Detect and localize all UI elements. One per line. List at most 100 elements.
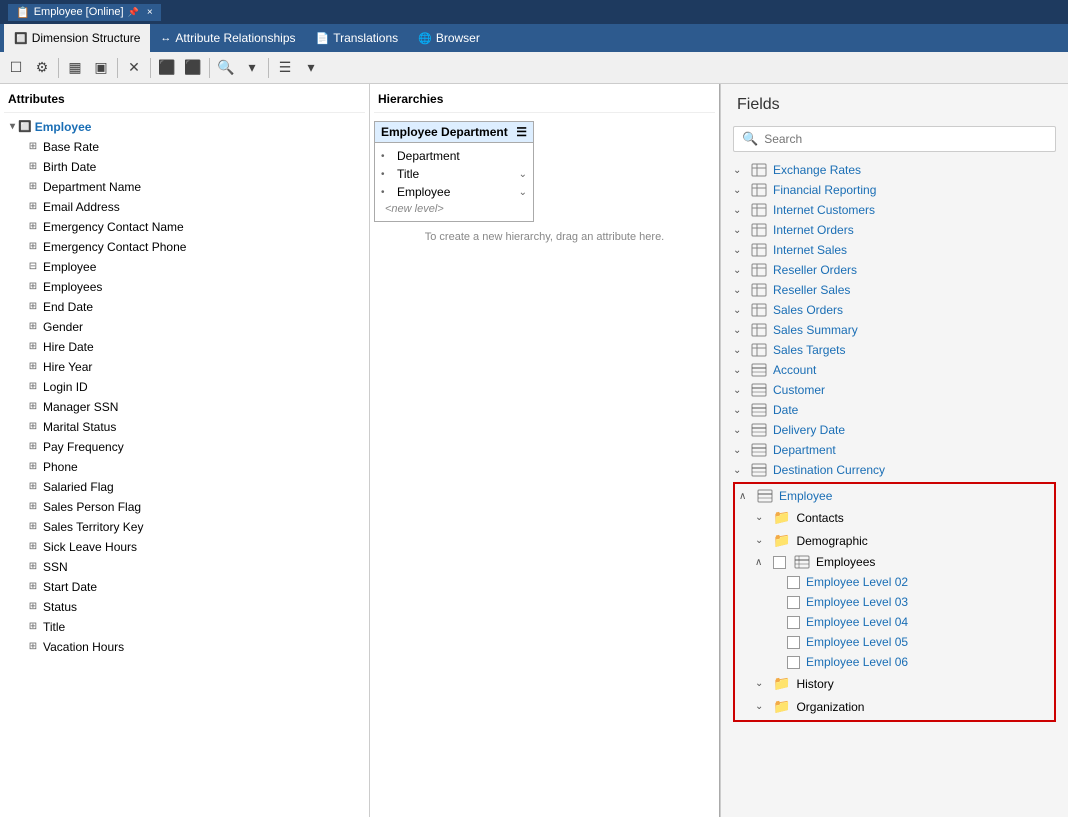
field-employee-level-04[interactable]: Employee Level 04 <box>735 612 1054 632</box>
tab-translations[interactable]: 📄 Translations <box>306 24 409 52</box>
hierarchy-level-title[interactable]: • Title ⌄ <box>381 165 527 183</box>
field-date[interactable]: ⌄ Date <box>729 400 1060 420</box>
field-account[interactable]: ⌄ Account <box>729 360 1060 380</box>
hierarchy-level-employee[interactable]: • Employee ⌄ <box>381 183 527 201</box>
field-reseller-orders[interactable]: ⌄ Reseller Orders <box>729 260 1060 280</box>
title-tab[interactable]: 📋 Employee [Online] 📌 × <box>8 4 161 21</box>
attr-dept-name[interactable]: ⊞ Department Name <box>24 177 365 197</box>
field-internet-orders[interactable]: ⌄ Internet Orders <box>729 220 1060 240</box>
toolbar-btn-zoom-dropdown[interactable]: ▾ <box>240 56 264 80</box>
title-icon: 📋 <box>16 6 30 19</box>
field-sales-orders[interactable]: ⌄ Sales Orders <box>729 300 1060 320</box>
field-demographic[interactable]: ⌄ 📁 Demographic <box>735 529 1054 552</box>
toolbar-btn-zoom[interactable]: 🔍 <box>214 56 238 80</box>
field-employee-root[interactable]: ∧ Employee <box>735 486 1054 506</box>
attr-root-employee[interactable]: ▾ 🔲 Employee <box>8 117 365 137</box>
level-chevron-title: ⌄ <box>519 169 527 180</box>
title-close-btn[interactable]: × <box>147 7 153 18</box>
new-level-placeholder[interactable]: <new level> <box>381 201 527 217</box>
checkbox-level-02[interactable] <box>787 576 800 589</box>
attr-pay-freq[interactable]: ⊞ Pay Frequency <box>24 437 365 457</box>
attr-status[interactable]: ⊞ Status <box>24 597 365 617</box>
checkbox-employees[interactable] <box>773 556 786 569</box>
tab-browser[interactable]: 🌐 Browser <box>408 24 490 52</box>
field-employee-level-03[interactable]: Employee Level 03 <box>735 592 1054 612</box>
attr-emergency-phone[interactable]: ⊞ Emergency Contact Phone <box>24 237 365 257</box>
toolbar-btn-settings[interactable]: ⚙ <box>30 56 54 80</box>
toolbar-btn-new[interactable]: ☐ <box>4 56 28 80</box>
field-destination-currency[interactable]: ⌄ Destination Currency <box>729 460 1060 480</box>
attr-salaried-flag[interactable]: ⊞ Salaried Flag <box>24 477 365 497</box>
field-employee-level-05[interactable]: Employee Level 05 <box>735 632 1054 652</box>
attr-hire-year[interactable]: ⊞ Hire Year <box>24 357 365 377</box>
attr-gender[interactable]: ⊞ Gender <box>24 317 365 337</box>
tab-dimension-structure[interactable]: 🔲 Dimension Structure <box>4 24 150 52</box>
chevron-demographic: ⌄ <box>755 535 767 546</box>
attr-icon-status: ⊞ <box>26 598 40 616</box>
attr-birth-date[interactable]: ⊞ Birth Date <box>24 157 365 177</box>
chevron-reseller-sales: ⌄ <box>733 285 745 296</box>
folder-icon-history: 📁 <box>773 675 790 692</box>
attr-sick-leave[interactable]: ⊞ Sick Leave Hours <box>24 537 365 557</box>
attributes-panel: Attributes ▾ 🔲 Employee ⊞ Base Rate <box>0 84 370 817</box>
tab-attribute-relationships[interactable]: ↔ Attribute Relationships <box>150 24 305 52</box>
field-reseller-sales[interactable]: ⌄ Reseller Sales <box>729 280 1060 300</box>
field-organization[interactable]: ⌄ 📁 Organization <box>735 695 1054 718</box>
field-customer[interactable]: ⌄ Customer <box>729 380 1060 400</box>
attr-employees[interactable]: ⊞ Employees <box>24 277 365 297</box>
chevron-customer: ⌄ <box>733 385 745 396</box>
attr-icon-birth-date: ⊞ <box>26 158 40 176</box>
attr-title[interactable]: ⊞ Title <box>24 617 365 637</box>
hierarchy-menu-icon[interactable]: ☰ <box>516 125 527 139</box>
level-label-title: Title <box>397 167 419 181</box>
measure-icon-reseller-sales <box>751 283 767 297</box>
field-delivery-date[interactable]: ⌄ Delivery Date <box>729 420 1060 440</box>
field-internet-sales[interactable]: ⌄ Internet Sales <box>729 240 1060 260</box>
hierarchies-header: Hierarchies <box>374 88 715 113</box>
field-financial-reporting[interactable]: ⌄ Financial Reporting <box>729 180 1060 200</box>
attr-vacation-hours[interactable]: ⊞ Vacation Hours <box>24 637 365 657</box>
level-icon-title: • <box>381 169 393 180</box>
attr-emergency-name[interactable]: ⊞ Emergency Contact Name <box>24 217 365 237</box>
checkbox-level-03[interactable] <box>787 596 800 609</box>
attr-sales-person-flag[interactable]: ⊞ Sales Person Flag <box>24 497 365 517</box>
field-sales-summary[interactable]: ⌄ Sales Summary <box>729 320 1060 340</box>
left-panel: Attributes ▾ 🔲 Employee ⊞ Base Rate <box>0 84 720 817</box>
attr-base-rate[interactable]: ⊞ Base Rate <box>24 137 365 157</box>
attr-icon-vacation: ⊞ <box>26 638 40 656</box>
toolbar-btn-filter[interactable]: ☰ <box>273 56 297 80</box>
field-exchange-rates[interactable]: ⌄ Exchange Rates <box>729 160 1060 180</box>
translations-icon: 📄 <box>316 32 330 45</box>
checkbox-level-04[interactable] <box>787 616 800 629</box>
attr-ssn[interactable]: ⊞ SSN <box>24 557 365 577</box>
table-icon-employee <box>757 489 773 503</box>
attr-manager-ssn[interactable]: ⊞ Manager SSN <box>24 397 365 417</box>
attr-end-date[interactable]: ⊞ End Date <box>24 297 365 317</box>
attr-start-date[interactable]: ⊞ Start Date <box>24 577 365 597</box>
hierarchy-level-dept[interactable]: • Department <box>381 147 527 165</box>
attr-employee[interactable]: ⊟ Employee <box>24 257 365 277</box>
toolbar-btn-move-down[interactable]: ⬛ <box>181 56 205 80</box>
toolbar-btn-move-up[interactable]: ⬛ <box>155 56 179 80</box>
attr-hire-date[interactable]: ⊞ Hire Date <box>24 337 365 357</box>
attr-marital-status[interactable]: ⊞ Marital Status <box>24 417 365 437</box>
field-sales-targets[interactable]: ⌄ Sales Targets <box>729 340 1060 360</box>
field-employee-level-02[interactable]: Employee Level 02 <box>735 572 1054 592</box>
field-employees-folder[interactable]: ∧ Employees <box>735 552 1054 572</box>
toolbar-btn-delete[interactable]: ✕ <box>122 56 146 80</box>
toolbar-btn-filter-dropdown[interactable]: ▾ <box>299 56 323 80</box>
toolbar-btn-grid2[interactable]: ▣ <box>89 56 113 80</box>
field-internet-customers[interactable]: ⌄ Internet Customers <box>729 200 1060 220</box>
field-contacts[interactable]: ⌄ 📁 Contacts <box>735 506 1054 529</box>
attr-phone[interactable]: ⊞ Phone <box>24 457 365 477</box>
search-input[interactable] <box>764 132 1047 146</box>
checkbox-level-05[interactable] <box>787 636 800 649</box>
toolbar-btn-table[interactable]: ▦ <box>63 56 87 80</box>
attr-login-id[interactable]: ⊞ Login ID <box>24 377 365 397</box>
field-history[interactable]: ⌄ 📁 History <box>735 672 1054 695</box>
attr-sales-territory[interactable]: ⊞ Sales Territory Key <box>24 517 365 537</box>
checkbox-level-06[interactable] <box>787 656 800 669</box>
field-employee-level-06[interactable]: Employee Level 06 <box>735 652 1054 672</box>
field-department[interactable]: ⌄ Department <box>729 440 1060 460</box>
attr-email[interactable]: ⊞ Email Address <box>24 197 365 217</box>
